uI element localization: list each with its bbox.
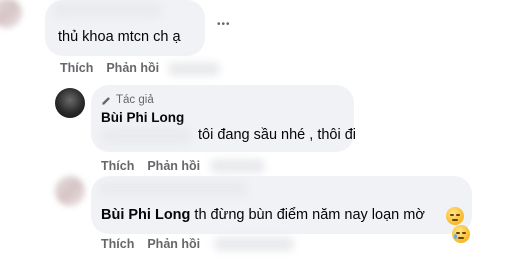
reply-actions: Thích Phản hồi	[101, 237, 213, 251]
timestamp-redacted	[168, 62, 220, 76]
like-button[interactable]: Thích	[101, 237, 134, 251]
like-button[interactable]: Thích	[101, 159, 134, 173]
comment-text: thủ khoa mtcn ch ạ	[58, 29, 181, 45]
more-options-icon[interactable]: •••	[217, 19, 231, 30]
like-button[interactable]: Thích	[60, 61, 93, 75]
reply-button[interactable]: Phản hồi	[147, 237, 200, 251]
author-avatar[interactable]	[55, 88, 85, 118]
reply-text-redacted	[101, 128, 191, 144]
reply-body: th đừng bùn điểm năm nay loạn mờ	[190, 207, 425, 223]
mention-link[interactable]: Bùi Phi Long	[101, 207, 190, 223]
commenter-avatar[interactable]	[0, 0, 22, 28]
comment-actions: Thích Phản hồi	[60, 61, 172, 75]
replier-avatar[interactable]	[55, 176, 85, 206]
timestamp-redacted	[214, 237, 294, 251]
reply-button[interactable]: Phản hồi	[147, 159, 200, 173]
pencil-icon	[102, 96, 110, 105]
author-badge: Tác giả	[101, 94, 154, 106]
reply-text: tôi đang sầu nhé , thôi đi	[198, 127, 357, 143]
comment-bubble	[45, 0, 205, 56]
timestamp-redacted	[210, 159, 265, 173]
reply-button[interactable]: Phản hồi	[106, 61, 159, 75]
reply-text: Bùi Phi Long th đừng bùn điểm năm nay lo…	[101, 207, 425, 223]
crying-face-icon[interactable]	[452, 225, 470, 243]
author-badge-label: Tác giả	[116, 94, 154, 106]
reply-author-name[interactable]: Bùi Phi Long	[101, 110, 184, 125]
replier-name-redacted[interactable]	[99, 182, 247, 196]
pensive-face-icon	[446, 207, 464, 225]
reply-bubble	[91, 176, 472, 234]
reply-actions: Thích Phản hồi	[101, 159, 213, 173]
commenter-name-redacted[interactable]	[53, 3, 161, 17]
